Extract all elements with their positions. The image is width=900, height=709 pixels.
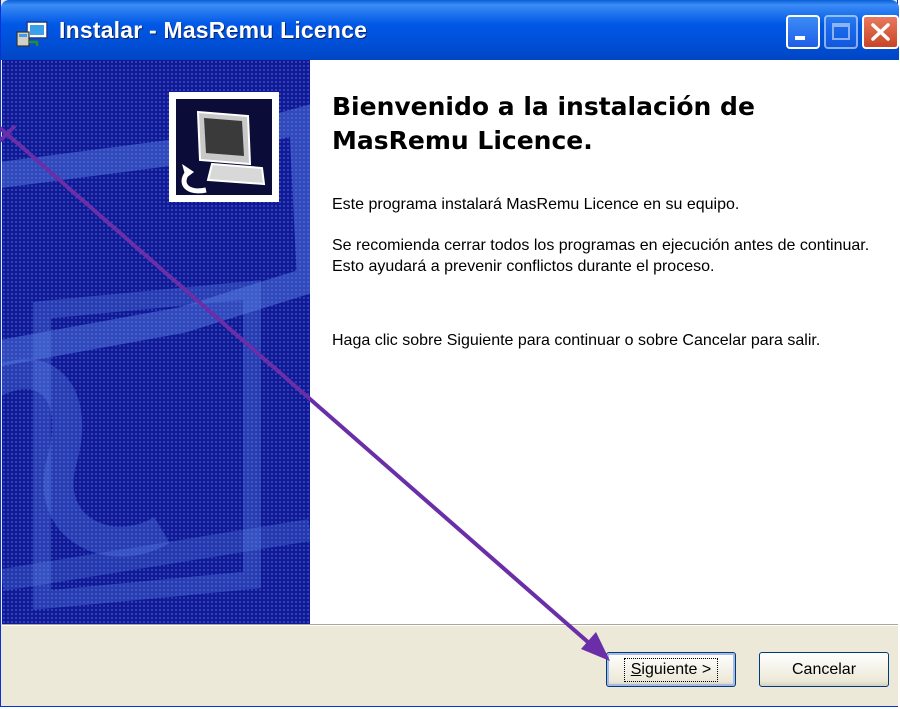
next-accelerator: S [630, 660, 642, 678]
cancel-button[interactable]: Cancelar [759, 652, 889, 687]
recommendation-text: Se recomienda cerrar todos los programas… [332, 237, 870, 275]
wizard-side-image [2, 60, 310, 624]
minimize-icon [795, 36, 805, 40]
installer-window: Instalar - MasRemu Licence Bienvenido a … [0, 0, 899, 707]
welcome-panel: Bienvenido a la instalación de MasRemu L… [310, 60, 898, 624]
next-label-rest: iguiente > [641, 660, 712, 678]
instruction-text: Haga clic sobre Siguiente para continuar… [332, 332, 821, 349]
installer-graphic [2, 92, 310, 610]
next-button-label: Siguiente > [623, 657, 719, 682]
maximize-icon [832, 23, 850, 40]
intro-text: Este programa instalará MasRemu Licence … [332, 196, 740, 213]
close-icon [871, 23, 890, 41]
maximize-button[interactable] [824, 15, 858, 49]
minimize-button[interactable] [786, 15, 820, 49]
window-title: Instalar - MasRemu Licence [59, 17, 368, 43]
title-bar[interactable]: Instalar - MasRemu Licence [1, 0, 899, 60]
close-button[interactable] [862, 15, 899, 49]
welcome-heading: Bienvenido a la instalación de MasRemu L… [332, 92, 755, 155]
button-bar: Siguiente > Cancelar [2, 626, 898, 706]
installer-icon [16, 21, 48, 47]
next-button[interactable]: Siguiente > [606, 652, 736, 687]
